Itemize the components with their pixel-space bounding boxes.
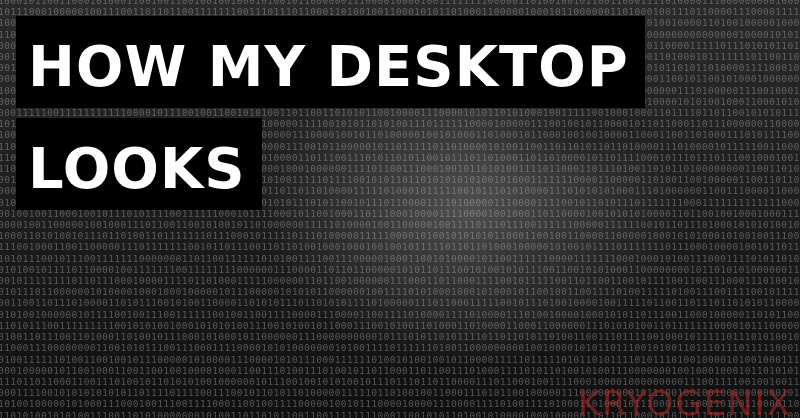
thumbnail: 0100010110011000101000110010011001001001… <box>0 0 800 418</box>
title-line-2: LOOKS <box>16 118 262 210</box>
watermark-logo: KRYOGENIX <box>578 384 792 418</box>
title-line-1: HOW MY DESKTOP <box>16 16 645 108</box>
